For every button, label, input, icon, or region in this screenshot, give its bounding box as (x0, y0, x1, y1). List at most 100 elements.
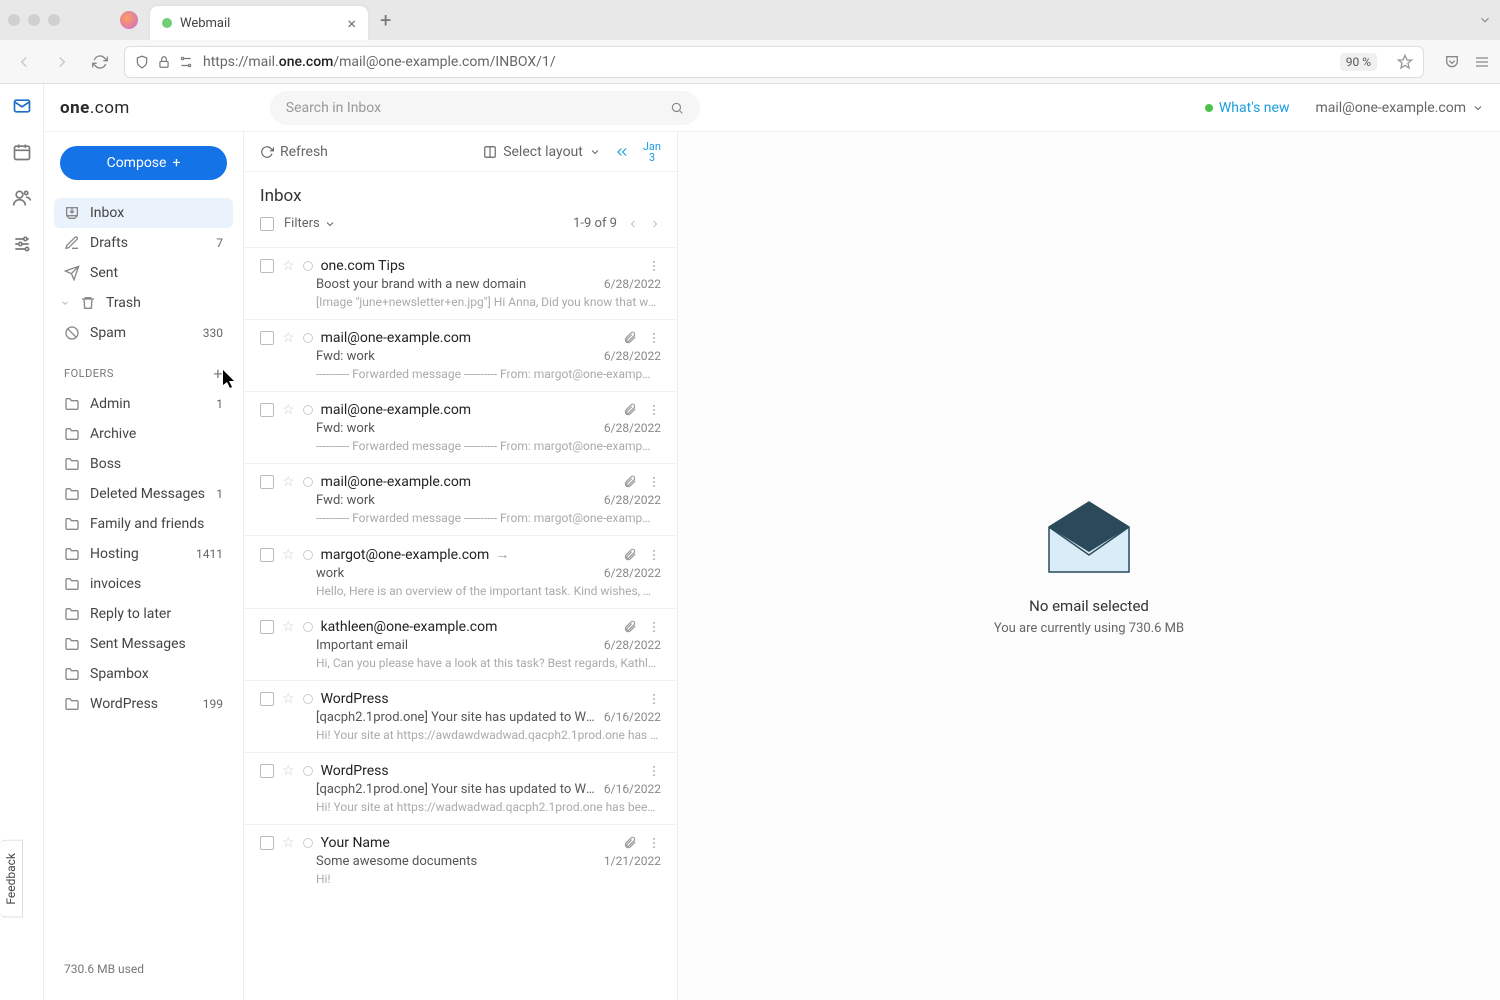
email-row[interactable]: ☆WordPress[qacph2.1prod.one] Your site h… (244, 680, 677, 752)
email-date: 6/28/2022 (604, 493, 661, 508)
star-icon[interactable]: ☆ (282, 402, 295, 418)
reload-button[interactable] (86, 48, 114, 76)
star-icon[interactable]: ☆ (282, 474, 295, 490)
star-icon[interactable]: ☆ (282, 691, 295, 707)
star-icon[interactable]: ☆ (282, 835, 295, 851)
email-row[interactable]: ☆kathleen@one-example.comImportant email… (244, 608, 677, 680)
sidebar-folder[interactable]: Deleted Messages1 (54, 479, 233, 509)
folder-count: 1 (216, 487, 223, 501)
rail-contacts-icon[interactable] (10, 186, 34, 210)
filters-dropdown[interactable]: Filters (284, 216, 336, 231)
calendar-badge[interactable]: Jan 3 (643, 141, 661, 163)
address-bar[interactable]: https://mail.one.com/mail@one-example.co… (124, 46, 1424, 78)
sidebar-folder[interactable]: Spambox (54, 659, 233, 689)
more-icon[interactable] (647, 692, 661, 706)
add-folder-button[interactable]: + (213, 364, 223, 383)
sidebar-folder[interactable]: WordPress199 (54, 689, 233, 719)
unread-dot-icon[interactable] (303, 838, 313, 848)
sidebar-folder[interactable]: Archive (54, 419, 233, 449)
sidebar-folder[interactable]: Family and friends (54, 509, 233, 539)
email-row[interactable]: ☆margot@one-example.com→work6/28/2022Hel… (244, 535, 677, 608)
more-icon[interactable] (647, 836, 661, 850)
tab-close-icon[interactable]: × (347, 14, 356, 33)
email-checkbox[interactable] (260, 331, 274, 345)
email-checkbox[interactable] (260, 836, 274, 850)
more-icon[interactable] (647, 620, 661, 634)
window-controls[interactable] (8, 14, 60, 26)
email-row[interactable]: ☆mail@one-example.comFwd: work6/28/2022-… (244, 391, 677, 463)
sidebar-trash[interactable]: Trash (54, 288, 233, 318)
select-all-checkbox[interactable] (260, 217, 274, 231)
sent-icon (64, 265, 80, 281)
sidebar-sent[interactable]: Sent (54, 258, 233, 288)
select-layout-dropdown[interactable]: Select layout (483, 144, 601, 160)
new-tab-button[interactable]: + (380, 8, 391, 32)
unread-dot-icon[interactable] (303, 694, 313, 704)
forward-button[interactable] (48, 48, 76, 76)
email-row[interactable]: ☆mail@one-example.comFwd: work6/28/2022-… (244, 319, 677, 391)
back-button[interactable] (10, 48, 38, 76)
unread-dot-icon[interactable] (303, 477, 313, 487)
more-icon[interactable] (647, 475, 661, 489)
email-date: 1/21/2022 (604, 854, 661, 869)
unread-dot-icon[interactable] (303, 622, 313, 632)
more-icon[interactable] (647, 331, 661, 345)
pager-next[interactable] (649, 218, 661, 230)
feedback-tab[interactable]: Feedback (0, 840, 23, 918)
unread-dot-icon[interactable] (303, 261, 313, 271)
more-icon[interactable] (647, 403, 661, 417)
more-icon[interactable] (647, 548, 661, 562)
sidebar-folder[interactable]: Sent Messages (54, 629, 233, 659)
rail-calendar-icon[interactable] (10, 140, 34, 164)
search-input[interactable]: Search in Inbox (270, 91, 700, 125)
email-checkbox[interactable] (260, 764, 274, 778)
unread-dot-icon[interactable] (303, 766, 313, 776)
tabs-dropdown-icon[interactable] (1478, 13, 1492, 27)
email-checkbox[interactable] (260, 548, 274, 562)
menu-icon[interactable] (1474, 54, 1490, 70)
sidebar-inbox[interactable]: Inbox (54, 198, 233, 228)
sidebar-folder[interactable]: Boss (54, 449, 233, 479)
unread-dot-icon[interactable] (303, 405, 313, 415)
unread-dot-icon[interactable] (303, 333, 313, 343)
account-dropdown[interactable]: mail@one-example.com (1315, 100, 1484, 116)
email-checkbox[interactable] (260, 475, 274, 489)
sidebar-folder[interactable]: Reply to later (54, 599, 233, 629)
email-row[interactable]: ☆one.com TipsBoost your brand with a new… (244, 247, 677, 319)
bookmark-star-icon[interactable] (1397, 54, 1413, 70)
pager-prev[interactable] (627, 218, 639, 230)
rail-mail-icon[interactable] (10, 94, 34, 118)
email-checkbox[interactable] (260, 259, 274, 273)
email-row[interactable]: ☆WordPress[qacph2.1prod.one] Your site h… (244, 752, 677, 824)
star-icon[interactable]: ☆ (282, 547, 295, 563)
star-icon[interactable]: ☆ (282, 258, 295, 274)
shield-icon (135, 55, 149, 69)
sidebar-drafts[interactable]: Drafts7 (54, 228, 233, 258)
email-checkbox[interactable] (260, 692, 274, 706)
email-checkbox[interactable] (260, 620, 274, 634)
compose-button[interactable]: Compose + (60, 146, 227, 180)
sidebar-spam[interactable]: Spam330 (54, 318, 233, 348)
unread-dot-icon[interactable] (303, 550, 313, 560)
zoom-badge[interactable]: 90 % (1340, 53, 1377, 71)
star-icon[interactable]: ☆ (282, 330, 295, 346)
more-icon[interactable] (647, 259, 661, 273)
address-bar-row: https://mail.one.com/mail@one-example.co… (0, 40, 1500, 84)
email-date: 6/16/2022 (604, 710, 661, 725)
browser-tab[interactable]: Webmail × (150, 6, 368, 40)
rail-settings-icon[interactable] (10, 232, 34, 256)
folder-label: Hosting (90, 546, 139, 562)
collapse-icon[interactable] (615, 145, 629, 159)
email-row[interactable]: ☆mail@one-example.comFwd: work6/28/2022-… (244, 463, 677, 535)
pocket-icon[interactable] (1444, 54, 1460, 70)
sidebar-folder[interactable]: invoices (54, 569, 233, 599)
more-icon[interactable] (647, 764, 661, 778)
refresh-button[interactable]: Refresh (260, 144, 328, 160)
email-row[interactable]: ☆Your NameSome awesome documents1/21/202… (244, 824, 677, 896)
star-icon[interactable]: ☆ (282, 763, 295, 779)
star-icon[interactable]: ☆ (282, 619, 295, 635)
sidebar-folder[interactable]: Hosting1411 (54, 539, 233, 569)
sidebar-folder[interactable]: Admin1 (54, 389, 233, 419)
whats-new-link[interactable]: What's new (1205, 100, 1290, 116)
email-checkbox[interactable] (260, 403, 274, 417)
